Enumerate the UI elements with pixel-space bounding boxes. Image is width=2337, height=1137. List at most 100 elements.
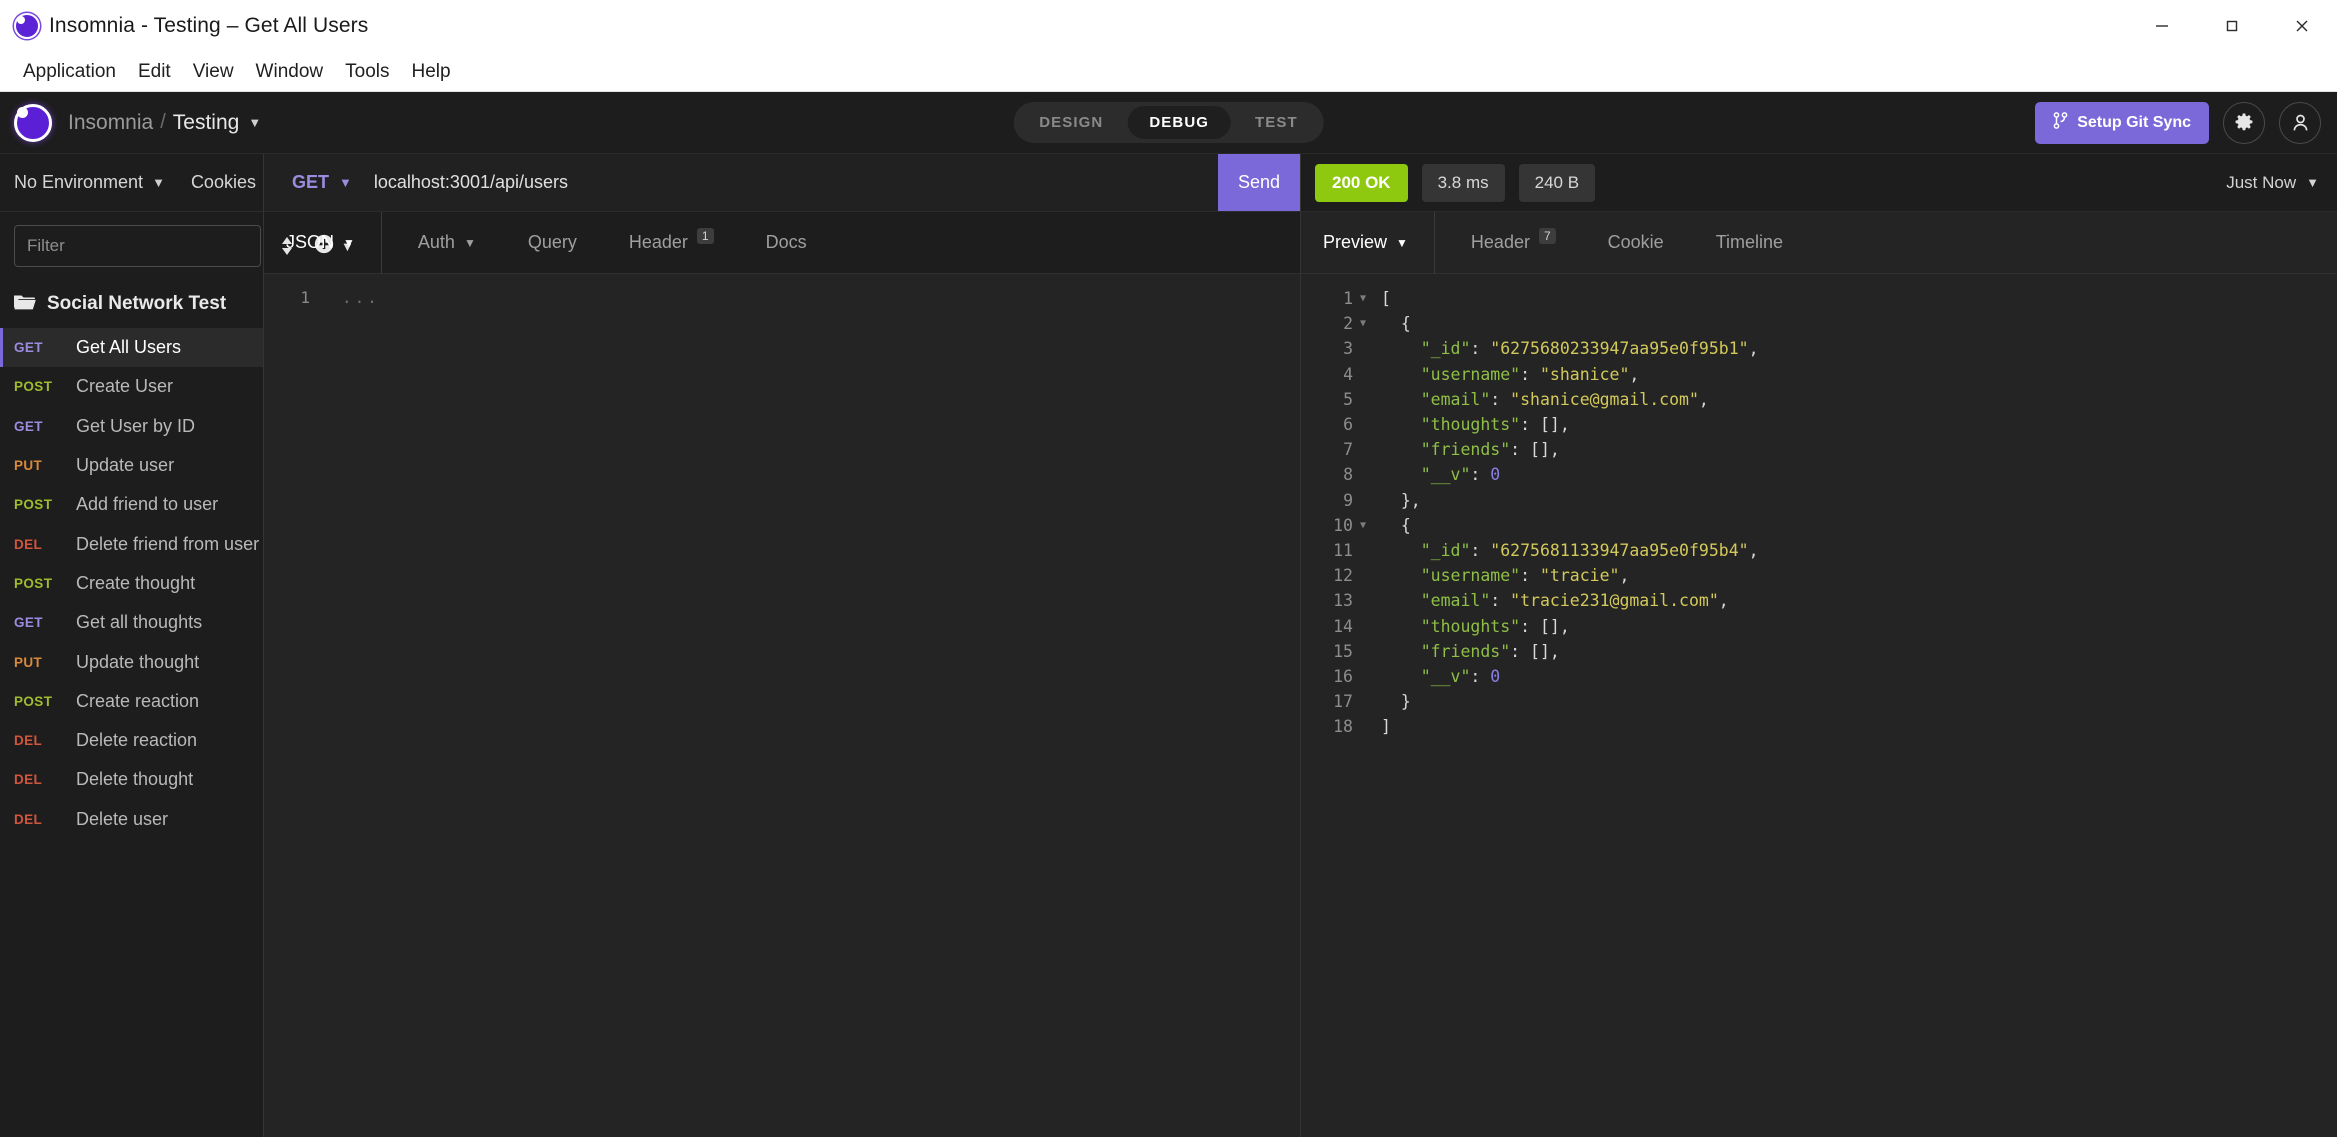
tab-json-label: JSON: [286, 232, 335, 252]
request-list-item[interactable]: POST Add friend to user: [0, 485, 263, 524]
menu-item-help[interactable]: Help: [400, 57, 461, 87]
request-list-item-label: Delete user: [76, 808, 169, 829]
response-history-selector[interactable]: Just Now ▼: [2226, 173, 2319, 193]
chevron-down-icon: ▼: [343, 235, 355, 250]
request-list-item[interactable]: PUT Update thought: [0, 642, 263, 681]
send-button[interactable]: Send: [1218, 154, 1300, 211]
header-actions: Setup Git Sync: [2035, 101, 2321, 144]
request-list-item[interactable]: DEL Delete user: [0, 800, 263, 839]
chevron-down-icon: ▼: [2306, 175, 2319, 190]
setup-git-sync-button[interactable]: Setup Git Sync: [2035, 101, 2209, 144]
cookies-button[interactable]: Cookies: [191, 172, 256, 193]
git-branch-icon: [2053, 111, 2068, 134]
request-list-item[interactable]: POST Create thought: [0, 564, 263, 603]
window-controls: [2127, 0, 2337, 52]
response-body-code: "__v": 0: [1420, 667, 1501, 687]
response-body-line: 17 }: [1301, 689, 2337, 714]
response-body-line: 2 ▼ {: [1301, 311, 2337, 336]
tab-auth[interactable]: Auth ▼: [392, 212, 502, 274]
request-list-item[interactable]: POST Create reaction: [0, 682, 263, 721]
menu-item-tools[interactable]: Tools: [334, 57, 400, 87]
tab-response-header[interactable]: Header 7: [1445, 212, 1582, 274]
response-pane: 200 OK 3.8 ms 240 B Just Now ▼ Preview ▼…: [1301, 154, 2337, 1137]
tab-debug[interactable]: DEBUG: [1127, 106, 1232, 139]
request-method-tag: POST: [14, 497, 53, 513]
breadcrumb-root[interactable]: Insomnia: [68, 111, 153, 135]
tab-cookie-label: Cookie: [1607, 232, 1664, 252]
line-number: 5: [1343, 389, 1353, 409]
response-status-bar: 200 OK 3.8 ms 240 B Just Now ▼: [1301, 154, 2337, 212]
fold-toggle-icon[interactable]: ▼: [1353, 311, 1373, 336]
response-body-line: 5 "email": "shanice@gmail.com",: [1301, 387, 2337, 412]
request-list-item[interactable]: DEL Delete reaction: [0, 721, 263, 760]
request-method-tag: POST: [14, 693, 53, 709]
body-placeholder: ...: [342, 288, 380, 307]
line-number: 2: [1343, 314, 1353, 334]
header-count-badge: 1: [696, 227, 714, 244]
request-method-tag: DEL: [14, 733, 43, 749]
tab-cookie[interactable]: Cookie: [1582, 212, 1690, 274]
tab-preview[interactable]: Preview ▼: [1323, 211, 1435, 274]
breadcrumb: Insomnia / Testing ▼: [68, 111, 261, 135]
chevron-down-icon[interactable]: ▼: [248, 115, 261, 130]
response-body-line: 10 ▼ {: [1301, 513, 2337, 538]
gear-icon[interactable]: [2223, 101, 2265, 144]
environment-selector[interactable]: No Environment ▼: [14, 172, 165, 193]
tab-timeline[interactable]: Timeline: [1690, 212, 1809, 274]
request-list-item[interactable]: GET Get User by ID: [0, 407, 263, 446]
line-number: 16: [1333, 667, 1353, 687]
tab-query-label: Query: [527, 232, 577, 252]
menu-item-edit[interactable]: Edit: [127, 57, 182, 87]
tab-header[interactable]: Header 1: [603, 212, 740, 274]
response-body-viewer[interactable]: 1 ▼[2 ▼ {3 "_id": "6275680233947aa95e0f95b…: [1301, 274, 2337, 1137]
response-body-code: "friends": [],: [1420, 440, 1560, 460]
request-list-item-label: Create User: [76, 376, 174, 397]
account-icon[interactable]: [2279, 101, 2321, 144]
response-tabs: Preview ▼ Header 7 Cookie Timeline: [1301, 211, 2337, 274]
tab-header-label: Header: [628, 232, 688, 252]
request-list-item[interactable]: GET Get All Users: [0, 328, 263, 368]
line-number: 3: [1343, 339, 1353, 359]
menu-item-window[interactable]: Window: [245, 57, 335, 87]
request-list-item[interactable]: GET Get all thoughts: [0, 603, 263, 642]
tab-design[interactable]: DESIGN: [1017, 106, 1125, 139]
tab-timeline-label: Timeline: [1715, 232, 1784, 252]
request-list-item[interactable]: DEL Delete friend from user: [0, 524, 263, 563]
menu-item-application[interactable]: Application: [12, 57, 127, 87]
line-number: 7: [1343, 440, 1353, 460]
window-title: Insomnia - Testing – Get All Users: [49, 14, 369, 37]
request-method-tag: DEL: [14, 772, 43, 788]
request-method-selector[interactable]: GET ▼: [264, 154, 374, 211]
maximize-icon[interactable]: [2197, 0, 2267, 52]
tab-query[interactable]: Query: [502, 212, 603, 274]
request-list-item-label: Delete reaction: [76, 730, 198, 751]
minimize-icon[interactable]: [2127, 0, 2197, 52]
request-method-tag: POST: [14, 379, 53, 395]
tab-docs[interactable]: Docs: [740, 212, 833, 274]
folder-row[interactable]: Social Network Test: [0, 280, 263, 328]
request-list-item[interactable]: POST Create User: [0, 367, 263, 406]
menu-item-view[interactable]: View: [182, 57, 245, 87]
url-bar: GET ▼ localhost:3001/api/users Send: [264, 154, 1300, 212]
request-list-item-label: Get All Users: [76, 337, 182, 358]
tab-test[interactable]: TEST: [1233, 106, 1320, 139]
close-icon[interactable]: [2267, 0, 2337, 52]
url-input[interactable]: localhost:3001/api/users: [374, 154, 1218, 211]
tab-json[interactable]: JSON ▼: [286, 211, 382, 274]
folder-icon: [14, 293, 36, 315]
fold-toggle-icon[interactable]: ▼: [1353, 286, 1373, 311]
tab-response-header-label: Header: [1470, 232, 1530, 252]
fold-toggle-icon[interactable]: ▼: [1353, 513, 1373, 538]
request-list-item[interactable]: DEL Delete thought: [0, 760, 263, 799]
filter-input[interactable]: [14, 225, 261, 267]
breadcrumb-workspace[interactable]: Testing: [173, 111, 240, 135]
request-body-editor[interactable]: 1 ...: [264, 274, 1300, 1137]
request-list-item[interactable]: PUT Update user: [0, 446, 263, 485]
response-body-code: ]: [1381, 717, 1391, 737]
menubar: Application Edit View Window Tools Help: [0, 52, 2337, 92]
